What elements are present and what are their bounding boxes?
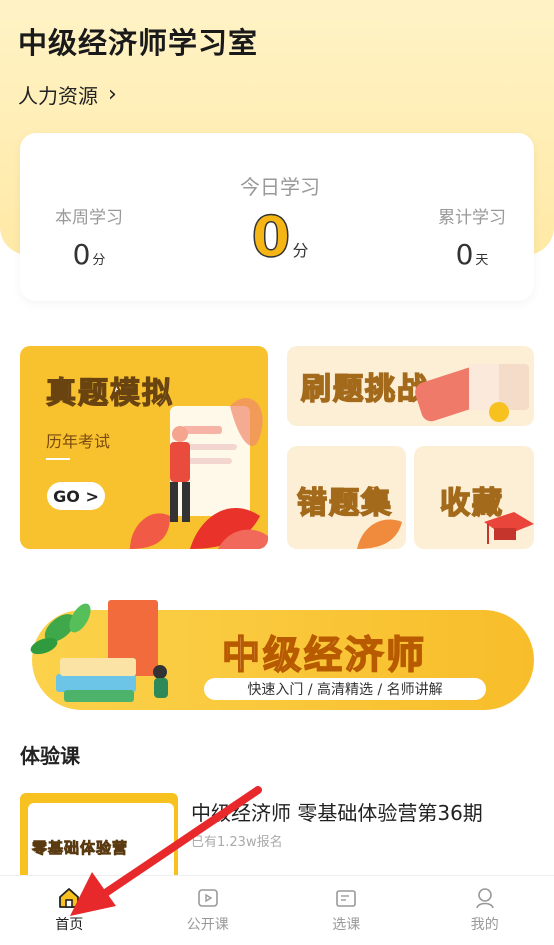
graduation-cap-icon [484, 512, 534, 544]
trial-section-title: 体验课 [20, 744, 80, 768]
week-study-stat: 本周学习 0分 [54, 203, 124, 271]
total-study-unit: 天 [475, 253, 489, 268]
week-study-value: 0 [72, 238, 91, 271]
tab-open-class-label: 公开课 [186, 917, 229, 933]
leaf-illustration [357, 519, 402, 549]
promo-banner[interactable]: 中级经济师 快速入门 / 高清精选 / 名师讲解 [20, 588, 536, 718]
today-study-label: 今日学习 [240, 175, 320, 199]
total-study-value: 0 [455, 238, 474, 271]
trial-course-item[interactable]: 零基础体验营 中级经济师 零基础体验营第36期 已有1.23w报名 [20, 793, 534, 883]
chevron-right-icon: › [108, 81, 117, 107]
study-illustration [130, 397, 268, 549]
subject-label: 人力资源 [18, 84, 98, 108]
week-study-unit: 分 [92, 253, 106, 268]
tab-profile[interactable]: 我的 [416, 876, 554, 945]
favorites-card[interactable]: 收藏 [414, 446, 534, 549]
tab-home[interactable]: 首页 [0, 876, 139, 945]
tab-open-class[interactable]: 公开课 [139, 876, 278, 945]
banner-title: 中级经济师 [221, 632, 428, 678]
mistakes-card[interactable]: 错题集 [287, 446, 406, 549]
subject-selector[interactable]: 人力资源 › [18, 80, 117, 109]
books-illustration [30, 600, 168, 702]
tab-home-label: 首页 [55, 917, 84, 933]
page-title: 中级经济师学习室 [18, 26, 259, 60]
profile-icon [475, 888, 494, 909]
practice-challenge-card[interactable]: 刷题挑战 [287, 346, 534, 426]
week-study-label: 本周学习 [55, 208, 123, 228]
mock-exam-card[interactable]: 真题模拟 历年考试 GO > [20, 346, 268, 549]
tab-courses[interactable]: 选课 [277, 876, 416, 945]
today-study-value: 0 [251, 205, 291, 270]
today-study-unit: 分 [292, 241, 309, 260]
bottom-tab-bar: 首页 公开课 选课 我的 [0, 875, 554, 945]
tab-profile-label: 我的 [470, 917, 499, 933]
course-title: 中级经济师 零基础体验营第36期 [191, 801, 483, 825]
tab-courses-label: 选课 [332, 917, 361, 933]
total-study-label: 累计学习 [438, 208, 506, 228]
today-study-stat: 今日学习 0分 [230, 171, 330, 266]
total-study-stat: 累计学习 0天 [432, 203, 512, 271]
course-thumbnail-text: 零基础体验营 [32, 839, 129, 858]
course-enrollment: 已有1.23w报名 [191, 835, 283, 850]
banner-tagline: 快速入门 / 高清精选 / 名师讲解 [204, 678, 486, 700]
home-icon [59, 888, 80, 908]
video-icon [197, 889, 218, 907]
book-scroll-illustration [415, 364, 529, 422]
course-list-icon [336, 890, 357, 907]
course-thumbnail: 零基础体验营 [20, 793, 178, 883]
study-stats-card: 本周学习 0分 今日学习 0分 累计学习 0天 [20, 133, 534, 301]
